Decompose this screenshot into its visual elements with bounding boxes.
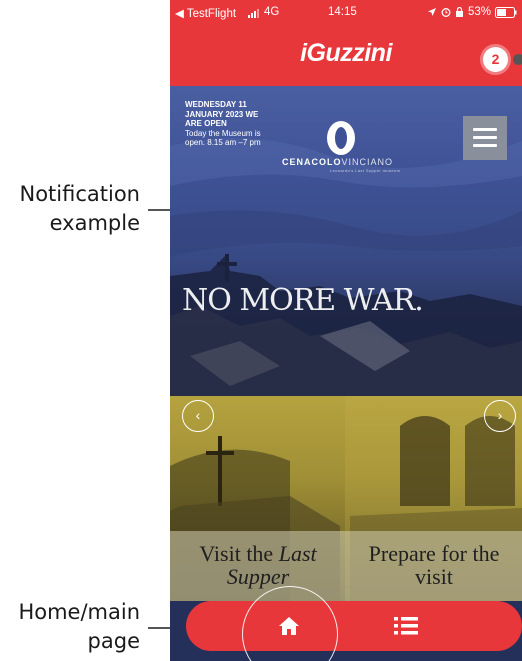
hero-headline: NO MORE WAR. <box>182 283 424 318</box>
opening-notice: WEDNESDAY 11 JANUARY 2023 WE ARE OPEN To… <box>185 100 305 148</box>
signal-icon <box>248 8 262 21</box>
lock-icon <box>455 6 464 20</box>
card-title: Visit the Last Supper <box>170 531 346 588</box>
list-icon <box>394 617 418 635</box>
museum-name: CENACOLOVINCIANO <box>282 157 393 167</box>
brand-logo: iGuzzini <box>300 39 392 67</box>
list-button[interactable] <box>392 614 420 638</box>
opening-date-line1: WEDNESDAY 11 <box>185 100 247 109</box>
location-icon <box>427 7 437 20</box>
card-title-text: Prepare for the <box>368 541 500 566</box>
card-title-line2: Supper <box>226 564 290 589</box>
bottom-navigation <box>186 601 522 651</box>
notification-annotation: Notification example <box>0 180 141 238</box>
phone-screen: ◀ TestFlight 4G 14:15 53% iGuzzini 2 WED… <box>170 0 522 661</box>
chevron-left-icon: ‹ <box>195 407 201 423</box>
card-title-line2: visit <box>415 564 453 589</box>
carousel-section: ‹ › Visit the Last Supper Prepare for the… <box>170 396 522 601</box>
notification-badge[interactable]: 2 <box>483 47 508 72</box>
clock: 14:15 <box>328 6 357 18</box>
home-annotation: Home/main page <box>0 598 140 656</box>
museum-tagline: Leonardo's Last Supper museum <box>330 168 401 173</box>
cenacolo-logo-icon <box>327 121 355 155</box>
battery-icon <box>495 7 517 21</box>
network-label: 4G <box>264 6 280 18</box>
card-title-text: Visit the <box>199 541 274 566</box>
chevron-right-icon: › <box>497 407 503 423</box>
carousel-next-button[interactable]: › <box>484 400 516 432</box>
hero-banner[interactable]: WEDNESDAY 11 JANUARY 2023 WE ARE OPEN To… <box>170 86 522 396</box>
opening-date-line2: JANUARY 2023 WE <box>185 109 259 119</box>
status-bar: ◀ TestFlight 4G 14:15 53% <box>170 0 522 26</box>
notification-annotation-line2: example <box>49 211 140 235</box>
alarm-icon <box>441 7 451 20</box>
home-button[interactable] <box>275 613 303 639</box>
card-title: Prepare for the visit <box>346 531 522 588</box>
opening-hours-line2: open. 8.15 am –7 pm <box>185 138 261 147</box>
card-title-italic: Last <box>278 541 317 566</box>
battery-label: 53% <box>468 6 492 18</box>
opening-date-line3: ARE OPEN <box>185 119 227 128</box>
notification-annotation-line1: Notification <box>19 182 141 206</box>
testflight-back-link[interactable]: ◀ TestFlight <box>175 6 236 20</box>
menu-bar-icon <box>473 128 497 131</box>
visit-last-supper-card[interactable]: Visit the Last Supper <box>170 531 346 601</box>
carousel-prev-button[interactable]: ‹ <box>182 400 214 432</box>
home-annotation-line1: Home/main <box>18 600 140 624</box>
prepare-visit-card[interactable]: Prepare for the visit <box>346 531 522 601</box>
home-icon <box>279 617 299 635</box>
menu-bar-icon <box>473 144 497 147</box>
badge-pointer-dot <box>513 54 522 65</box>
app-header: iGuzzini 2 <box>170 26 522 86</box>
menu-bar-icon <box>473 136 497 139</box>
opening-hours-line1: Today the Museum is <box>185 128 261 138</box>
hamburger-menu-button[interactable] <box>463 116 507 160</box>
home-annotation-line2: page <box>87 629 140 653</box>
museum-name-bold: CENACOLO <box>282 157 342 167</box>
museum-name-light: VINCIANO <box>341 157 394 167</box>
